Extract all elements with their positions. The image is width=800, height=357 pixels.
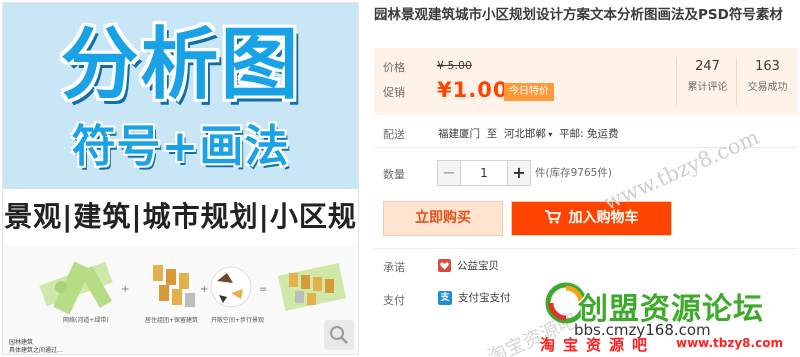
sample-diagram-2 (153, 265, 195, 307)
svg-text:+: + (200, 284, 208, 295)
product-main-image[interactable]: 分析图 符号+画法 景观|建筑|城市规划|小区规划 + + (2, 2, 359, 355)
payment-label: 支付 (383, 294, 405, 307)
sample-diagram-4 (277, 262, 347, 312)
price-label: 价格 (383, 61, 405, 74)
product-title: 园林景观建筑城市小区规划设计方案文本分析图画法及PSD符号素材 (374, 7, 783, 23)
quantity-label: 数量 (383, 168, 405, 181)
review-label: 累计评论 (687, 82, 728, 93)
delivery-label: 配送 (383, 128, 405, 141)
promo-label: 促销 (383, 86, 405, 99)
thumb-caption-2: 居住组团+保留建筑 (145, 317, 199, 324)
quantity-input[interactable]: 1 (461, 160, 507, 186)
hero-banner: 分析图 符号+画法 (3, 3, 358, 189)
buy-now-button[interactable]: 立即购买 (383, 201, 503, 236)
review-count: 247 (695, 59, 720, 74)
hero-title: 分析图 (60, 20, 301, 110)
promo-tag: 今日特价 (504, 83, 554, 101)
svg-text:=: = (259, 284, 267, 295)
svg-text:+: + (121, 284, 129, 295)
watermark-url: www.tbzy8.com (600, 124, 763, 215)
stat-reviews[interactable]: 247 累计评论 (676, 57, 738, 105)
increase-button[interactable]: + (507, 160, 531, 186)
shipping-fee: 平邮: 免运费 (559, 128, 619, 140)
promise-label: 承诺 (383, 261, 405, 274)
magnifier-icon (330, 326, 348, 344)
thumb-caption-3: 开敞空间+步行景观 (211, 317, 265, 324)
quantity-stepper: − 1 + (437, 160, 531, 186)
original-price: ¥ 5.00 (437, 59, 472, 72)
promise-info[interactable]: 公益宝贝 (438, 258, 499, 273)
divider (374, 248, 798, 249)
zoom-button[interactable] (324, 320, 354, 350)
watermark-red-url: www.tbzy8.com (676, 336, 783, 350)
alipay-label: 支付宝支付 (458, 292, 511, 304)
sample-diagram-3 (210, 266, 252, 308)
payment-info: 支 支付宝支付 (438, 290, 511, 305)
stat-transactions[interactable]: 163 交易成功 (736, 57, 798, 105)
watermark-red-text: 淘宝资源吧 (540, 336, 656, 354)
add-to-cart-button[interactable]: 加入购物车 (511, 201, 672, 236)
image-corner-text: 园林建筑 具体建筑之间通过… (9, 339, 64, 354)
promo-price: ¥1.00 (437, 78, 509, 102)
decrease-button[interactable]: − (437, 160, 461, 186)
hero-subtitle: 符号+画法 (71, 121, 290, 172)
stock-count: 件(库存9765件) (535, 167, 612, 179)
thumb-caption-1: 网络(河道+绿带) (63, 317, 109, 324)
delivery-destination-select[interactable]: 河北邯郸 ▾ (504, 128, 553, 140)
transaction-count: 163 (755, 59, 780, 74)
alipay-icon: 支 (438, 290, 452, 305)
price-panel: 价格 ¥ 5.00 促销 ¥1.00 今日特价 247 累计评论 163 交易成… (374, 48, 798, 115)
delivery-info: 福建厦门 至 河北邯郸 ▾ 平邮: 免运费 (438, 126, 619, 141)
transaction-label: 交易成功 (747, 82, 788, 93)
cart-icon (544, 209, 561, 223)
add-to-cart-label: 加入购物车 (568, 210, 639, 226)
promise-value: 公益宝贝 (457, 260, 499, 272)
delivery-to-word: 至 (486, 128, 498, 140)
sample-diagram-1 (39, 261, 113, 315)
category-strip: 景观|建筑|城市规划|小区规划 (3, 189, 358, 289)
chevron-down-icon: ▾ (545, 130, 553, 139)
charity-heart-icon (438, 259, 451, 272)
delivery-from: 福建厦门 (438, 128, 480, 140)
